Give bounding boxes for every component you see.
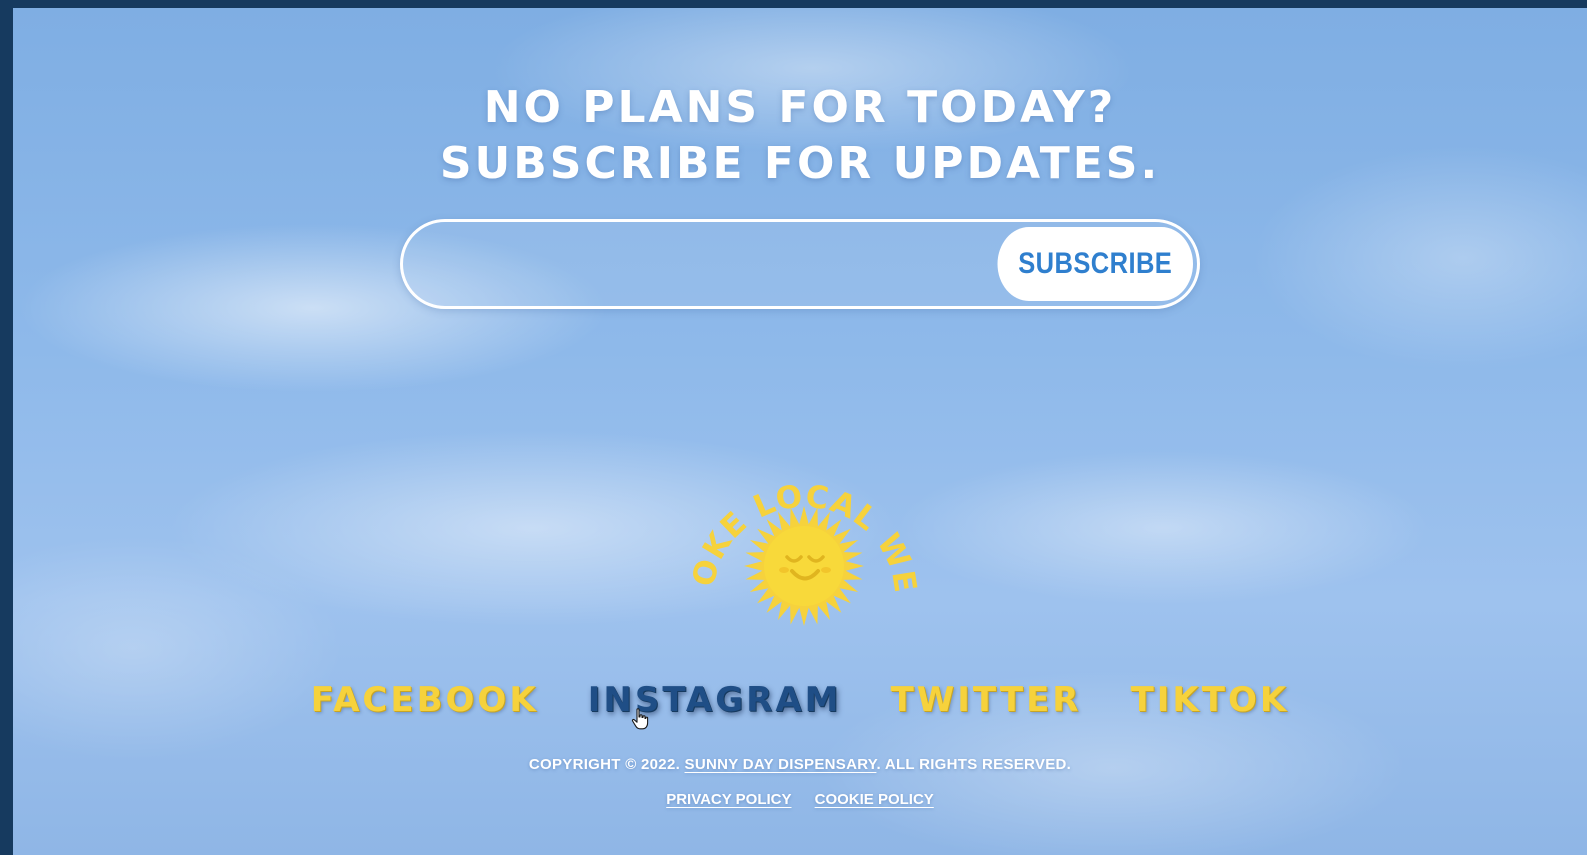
headline-line-2: SUBSCRIBE FOR UPDATES. <box>439 138 1161 189</box>
social-links: FACEBOOK INSTAGRAM TWITTER TIKTOK <box>13 680 1587 730</box>
subscribe-form: SUBSCRIBE <box>400 219 1200 309</box>
legal-links: PRIVACY POLICY COOKIE POLICY <box>13 789 1587 808</box>
headline-line-1: NO PLANS FOR TODAY? <box>483 82 1117 133</box>
email-input[interactable] <box>433 238 957 292</box>
subscribe-button[interactable]: SUBSCRIBE <box>997 227 1193 301</box>
copyright-prefix: COPYRIGHT © 2022. <box>528 756 681 773</box>
social-link-instagram[interactable]: INSTAGRAM <box>588 680 842 720</box>
social-link-facebook[interactable]: FACEBOOK <box>311 680 539 720</box>
copyright-text: COPYRIGHT © 2022. SUNNY DAY DISPENSARY. … <box>13 756 1587 773</box>
privacy-policy-link[interactable]: PRIVACY POLICY <box>666 791 791 808</box>
hand-pointer-icon <box>631 708 649 730</box>
social-link-tiktok[interactable]: TIKTOK <box>1131 680 1290 720</box>
newsletter-headline: NO PLANS FOR TODAY? SUBSCRIBE FOR UPDATE… <box>13 80 1587 192</box>
copyright-suffix: . ALL RIGHTS RESERVED. <box>876 756 1072 773</box>
page-frame: NO PLANS FOR TODAY? SUBSCRIBE FOR UPDATE… <box>13 8 1587 855</box>
smoke-local-weed-logo[interactable]: SMOKE LOCAL WEED <box>680 448 920 638</box>
cookie-policy-link[interactable]: COOKIE POLICY <box>815 791 934 808</box>
social-link-twitter[interactable]: TWITTER <box>891 680 1082 720</box>
brand-link[interactable]: SUNNY DAY DISPENSARY <box>685 756 877 773</box>
